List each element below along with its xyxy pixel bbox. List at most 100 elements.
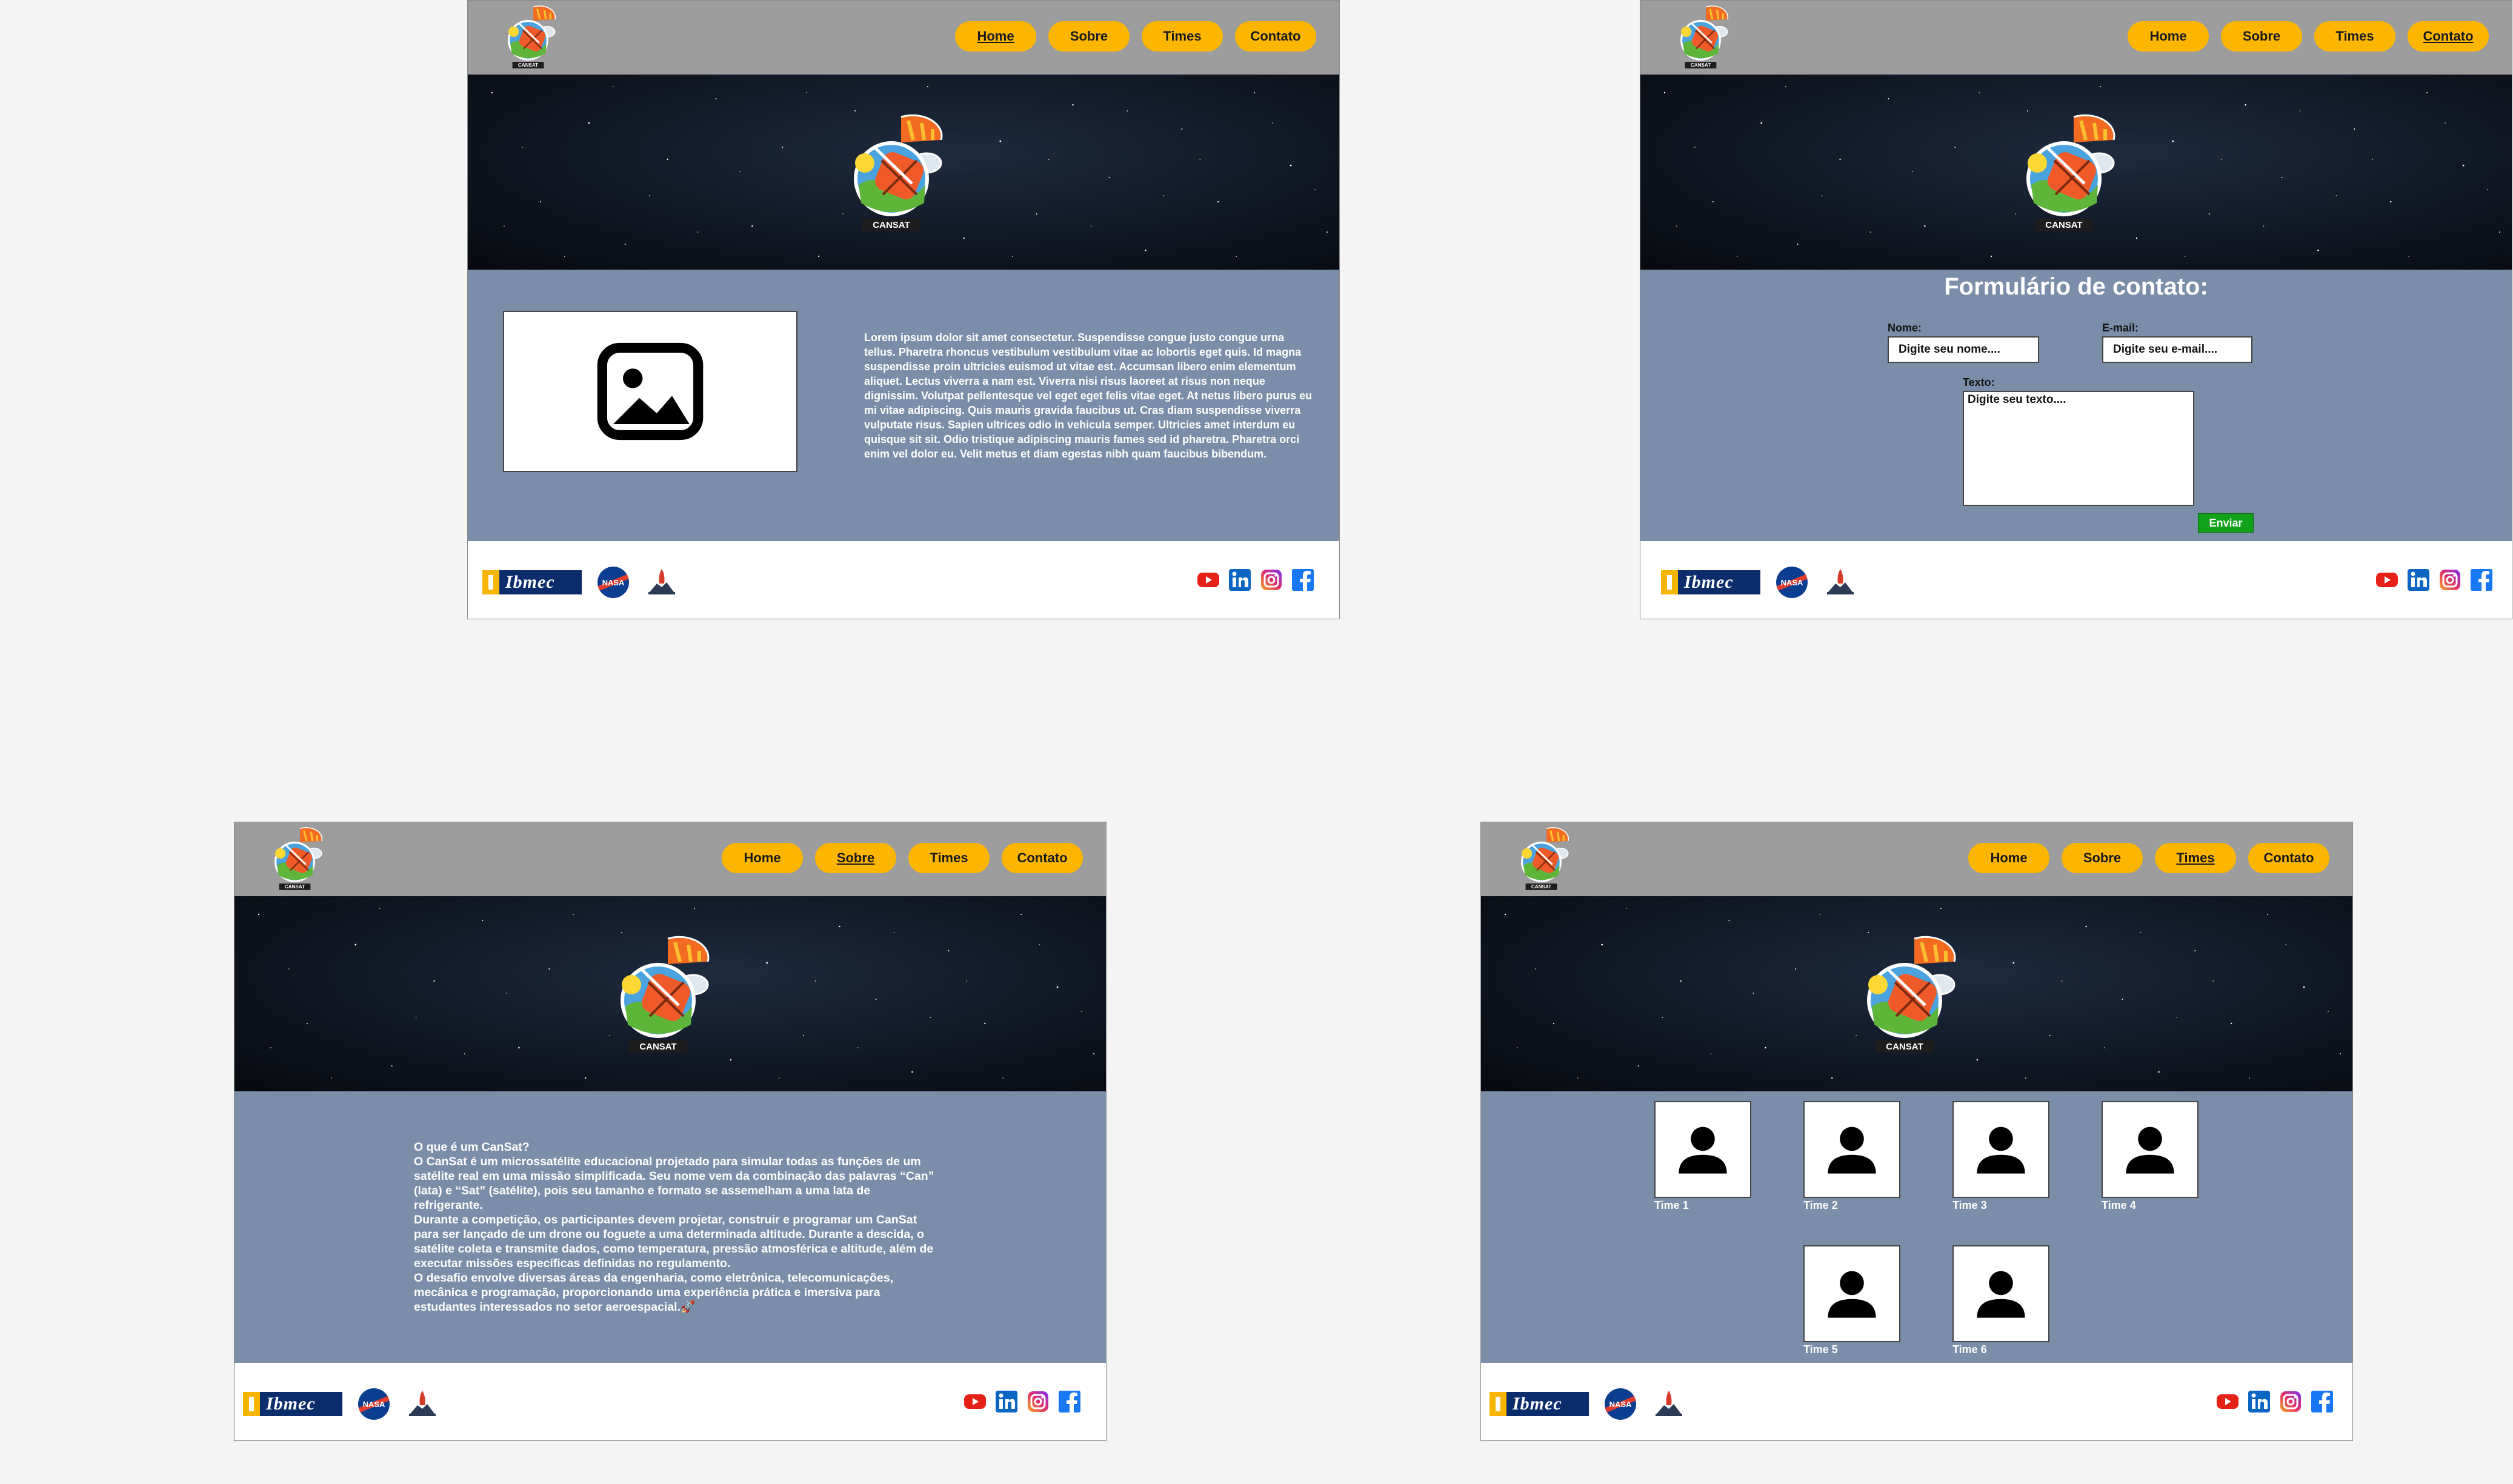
team-photo: [1654, 1101, 1751, 1198]
nav-sobre-button[interactable]: Sobre: [2062, 843, 2143, 873]
team-card[interactable]: Time 1: [1654, 1101, 1751, 1212]
team-photo: [2102, 1101, 2198, 1198]
user-icon: [1968, 1260, 2034, 1327]
nav-home-button[interactable]: Home: [1968, 843, 2049, 873]
social-links: [2375, 568, 2494, 592]
team-card[interactable]: Time 5: [1803, 1245, 1900, 1356]
about-heading: O que é um CanSat?: [414, 1140, 530, 1154]
header: Home Sobre Times Contato: [468, 1, 1339, 75]
nav-sobre-button[interactable]: Sobre: [815, 843, 896, 873]
teams-grid: Time 1 Time 2 Time 3 Time 4 Time 5 Time …: [1481, 1091, 2352, 1363]
nav-home-button[interactable]: Home: [955, 21, 1036, 52]
team-name: Time 1: [1654, 1199, 1689, 1211]
partner-logos: Ibmec NASA: [1489, 1387, 1686, 1421]
name-label: Nome:: [1888, 322, 1922, 334]
footer: Ibmec NASA: [468, 541, 1339, 619]
nav-menu: Home Sobre Times Contato: [722, 843, 1083, 873]
nav-contato-button[interactable]: Contato: [1002, 843, 1083, 873]
header: Home Sobre Times Contato: [1640, 1, 2512, 75]
image-placeholder: [503, 311, 797, 472]
user-icon: [1819, 1260, 1885, 1327]
team-card[interactable]: Time 6: [1952, 1245, 2049, 1356]
email-label: E-mail:: [2102, 322, 2139, 334]
message-textarea[interactable]: [1963, 391, 2194, 506]
nav-times-button[interactable]: Times: [2314, 21, 2395, 52]
nav-contato-button[interactable]: Contato: [1235, 21, 1316, 52]
email-input[interactable]: [2102, 336, 2252, 363]
nav-contato-button[interactable]: Contato: [2248, 843, 2329, 873]
rocket-logo: [1823, 565, 1857, 599]
nav-menu: Home Sobre Times Contato: [955, 21, 1316, 52]
youtube-icon[interactable]: [2375, 568, 2399, 592]
cansat-logo[interactable]: [1513, 826, 1571, 891]
about-paragraph: O desafio envolve diversas áreas da enge…: [414, 1271, 894, 1314]
linkedin-icon[interactable]: [2406, 568, 2431, 592]
nav-times-button[interactable]: Times: [908, 843, 990, 873]
header: Home Sobre Times Contato: [1481, 822, 2352, 896]
ibmec-logo: Ibmec: [1489, 1392, 1589, 1416]
team-photo: [1803, 1101, 1900, 1198]
header: Home Sobre Times Contato: [235, 822, 1106, 896]
nasa-logo: NASA: [358, 1388, 390, 1420]
social-links: [2215, 1389, 2334, 1414]
facebook-icon[interactable]: [2310, 1389, 2334, 1414]
footer: Ibmec NASA: [235, 1363, 1106, 1440]
text-label: Texto:: [1963, 376, 1995, 388]
linkedin-icon[interactable]: [1228, 568, 1252, 592]
ibmec-logo: Ibmec: [243, 1392, 342, 1416]
facebook-icon[interactable]: [1057, 1389, 1082, 1414]
footer: Ibmec NASA: [1481, 1363, 2352, 1440]
partner-logos: Ibmec NASA: [1661, 565, 1857, 599]
hero-banner: [468, 75, 1339, 270]
instagram-icon[interactable]: [1026, 1389, 1050, 1414]
image-icon: [596, 337, 705, 446]
team-photo: [1952, 1245, 2049, 1342]
youtube-icon[interactable]: [963, 1389, 987, 1414]
hero-banner: [1640, 75, 2512, 270]
cansat-logo[interactable]: [1672, 4, 1730, 70]
nav-times-button[interactable]: Times: [1142, 21, 1223, 52]
youtube-icon[interactable]: [2215, 1389, 2240, 1414]
user-icon: [1819, 1116, 1885, 1183]
partner-logos: Ibmec NASA: [482, 565, 679, 599]
form-title: Formulário de contato:: [1944, 273, 2208, 300]
user-icon: [1968, 1116, 2034, 1183]
nav-sobre-button[interactable]: Sobre: [1048, 21, 1130, 52]
instagram-icon[interactable]: [2438, 568, 2462, 592]
about-text: O que é um CanSat? O CanSat é um micross…: [414, 1140, 935, 1314]
nav-contato-button[interactable]: Contato: [2408, 21, 2489, 52]
hero-cansat-logo: [840, 112, 944, 233]
nav-home-button[interactable]: Home: [722, 843, 803, 873]
hero-cansat-logo: [2013, 112, 2116, 233]
send-button[interactable]: Enviar: [2198, 513, 2254, 533]
nav-times-button[interactable]: Times: [2155, 843, 2236, 873]
cansat-logo[interactable]: [499, 4, 558, 70]
facebook-icon[interactable]: [1291, 568, 1315, 592]
ibmec-logo: Ibmec: [482, 570, 582, 594]
team-name: Time 2: [1803, 1199, 1838, 1211]
team-card[interactable]: Time 3: [1952, 1101, 2049, 1212]
team-card[interactable]: Time 2: [1803, 1101, 1900, 1212]
team-name: Time 6: [1952, 1343, 1987, 1356]
linkedin-icon[interactable]: [2247, 1389, 2271, 1414]
hero-cansat-logo: [607, 934, 710, 1055]
nav-sobre-button[interactable]: Sobre: [2221, 21, 2302, 52]
user-icon: [1669, 1116, 1736, 1183]
instagram-icon[interactable]: [1259, 568, 1283, 592]
cansat-logo[interactable]: [266, 826, 324, 891]
youtube-icon[interactable]: [1196, 568, 1220, 592]
instagram-icon[interactable]: [2278, 1389, 2303, 1414]
nav-home-button[interactable]: Home: [2128, 21, 2209, 52]
nasa-logo: NASA: [597, 567, 629, 598]
contact-form: Formulário de contato: Nome: E-mail: Tex…: [1640, 270, 2512, 541]
frame-contato: Home Sobre Times Contato Formulário de c…: [1640, 0, 2512, 619]
team-photo: [1803, 1245, 1900, 1342]
nasa-logo: NASA: [1776, 567, 1808, 598]
home-content: Lorem ipsum dolor sit amet consectetur. …: [468, 270, 1339, 541]
hero-banner: [1481, 896, 2352, 1091]
name-input[interactable]: [1888, 336, 2039, 363]
facebook-icon[interactable]: [2469, 568, 2494, 592]
nav-menu: Home Sobre Times Contato: [2128, 21, 2489, 52]
linkedin-icon[interactable]: [994, 1389, 1019, 1414]
team-card[interactable]: Time 4: [2102, 1101, 2198, 1212]
